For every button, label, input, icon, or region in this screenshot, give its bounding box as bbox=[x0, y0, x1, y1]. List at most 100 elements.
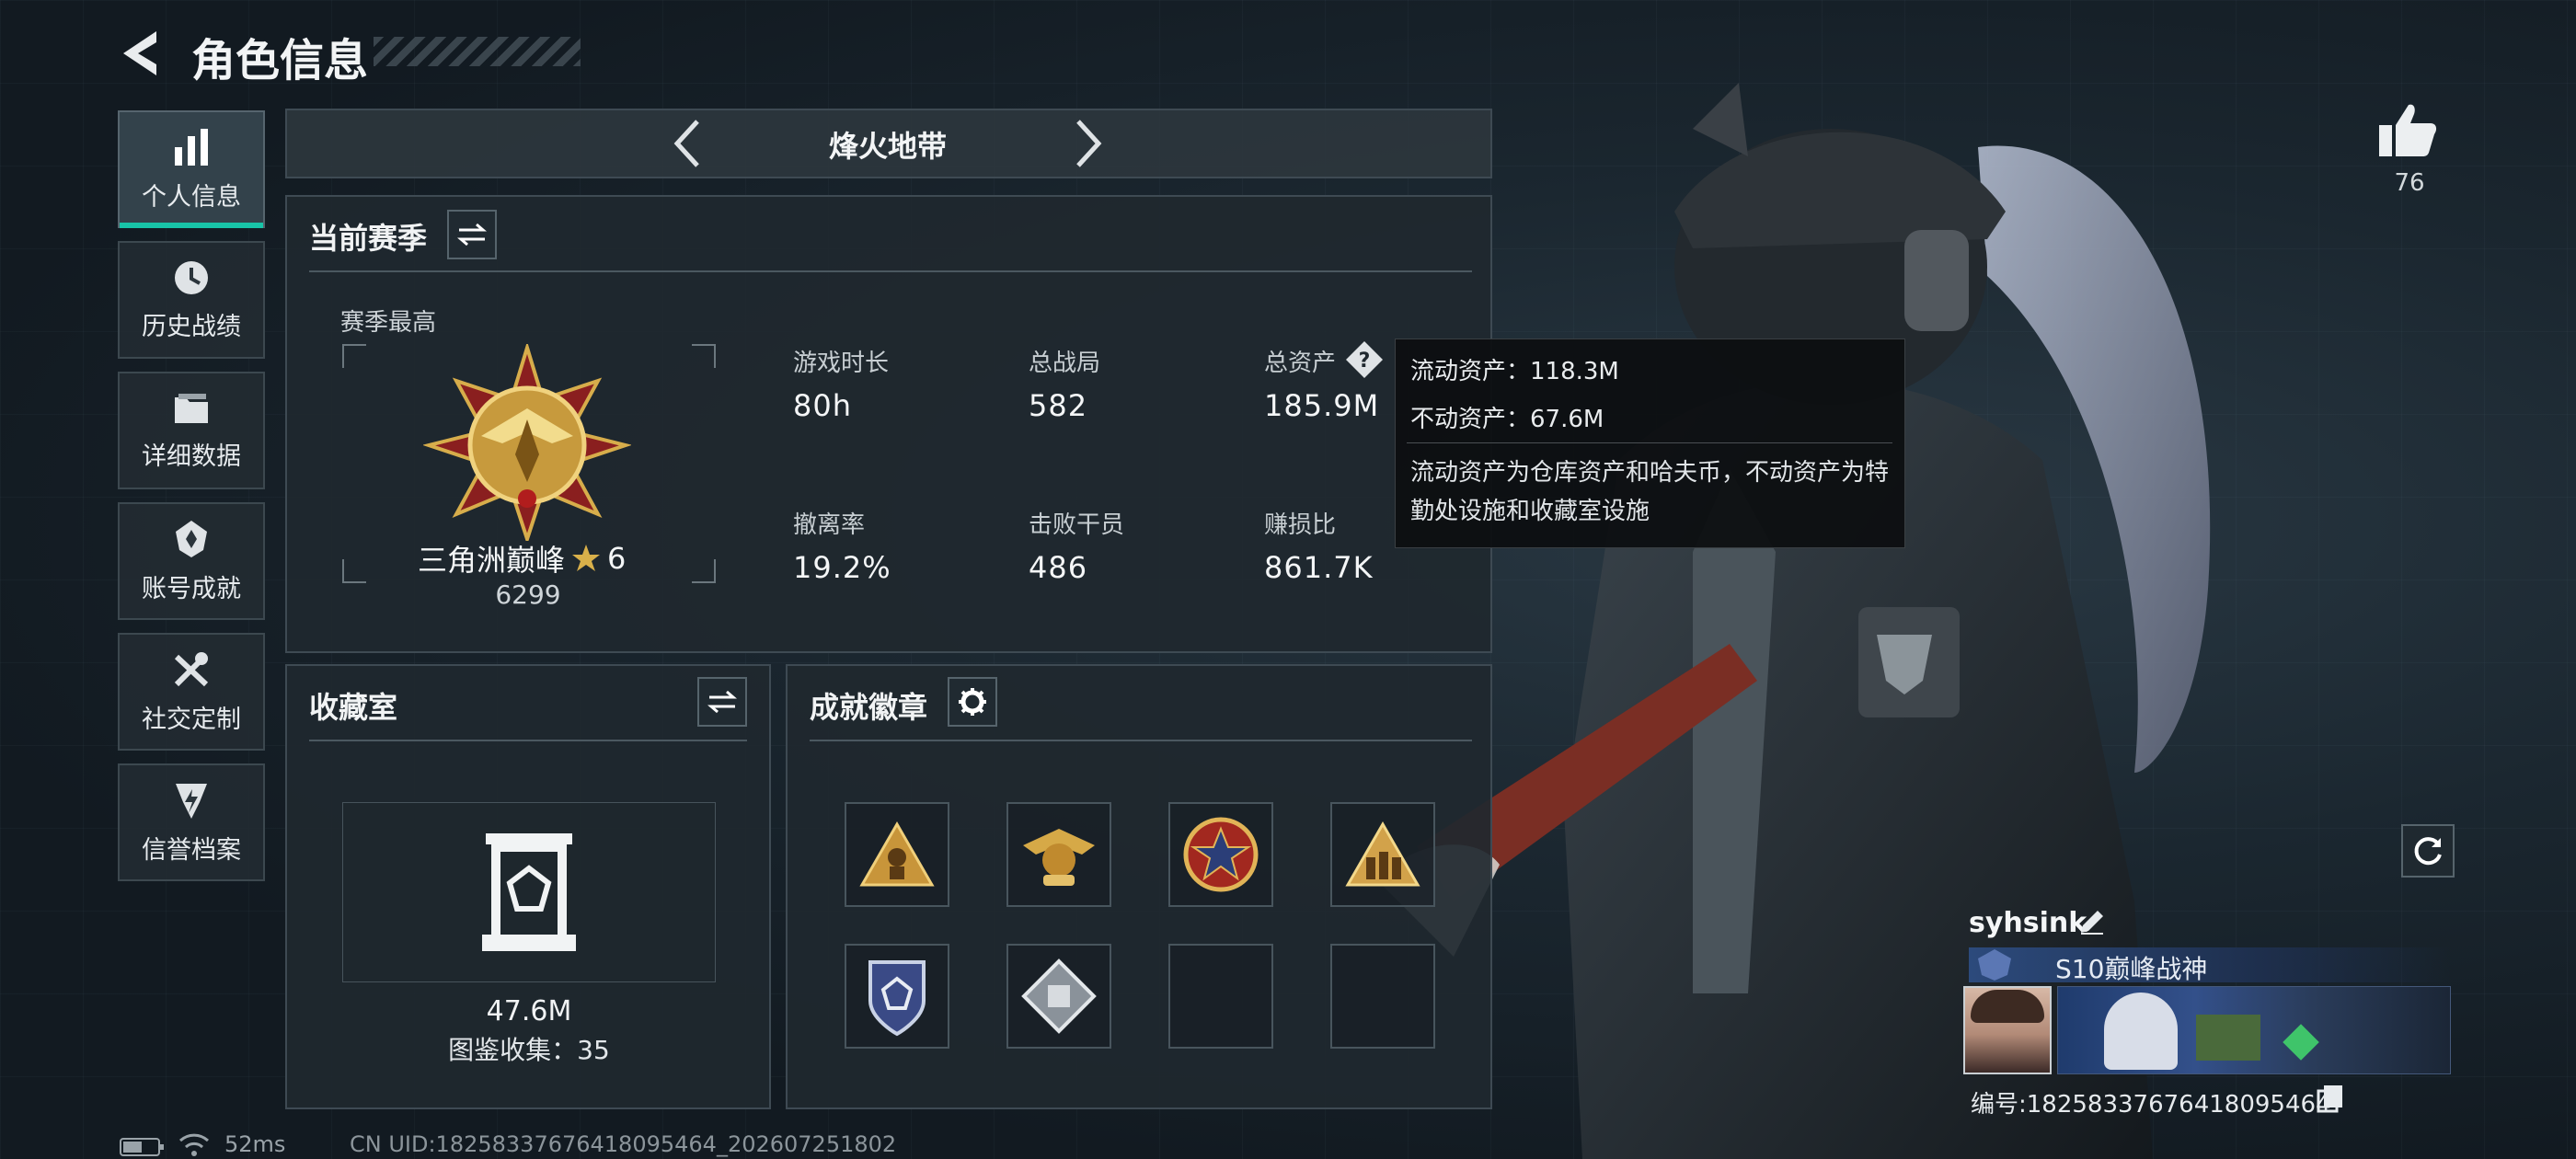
triangle-squad-badge-icon bbox=[1345, 820, 1420, 887]
achievement-icon bbox=[176, 520, 207, 557]
nav-personal-info[interactable]: 个人信息 bbox=[118, 110, 265, 228]
triangle-soldier-badge-icon bbox=[859, 820, 935, 887]
stat-label-extraction-rate: 撤离率 bbox=[793, 511, 866, 539]
history-clock-icon bbox=[175, 260, 208, 294]
rank-emblem-icon bbox=[423, 344, 631, 541]
display-case-icon bbox=[482, 833, 576, 951]
nav-detailed-data[interactable]: 详细数据 bbox=[118, 372, 265, 489]
season-panel-title: 当前赛季 bbox=[309, 221, 428, 256]
nav-history[interactable]: 历史战绩 bbox=[118, 241, 265, 359]
tools-icon bbox=[174, 651, 209, 686]
mode-label: 烽火地带 bbox=[828, 129, 947, 164]
nav-label: 信誉档案 bbox=[142, 835, 241, 865]
assets-tooltip: 流动资产：118.3M 不动资产：67.6M 流动资产为仓库资产和哈夫币，不动资… bbox=[1395, 339, 1905, 548]
uid-text: CN UID:18258337676418095464_202607251802 bbox=[350, 1131, 897, 1157]
nav-label: 个人信息 bbox=[142, 182, 241, 212]
copy-icon bbox=[2317, 1085, 2342, 1113]
rank-points: 6299 bbox=[495, 580, 561, 610]
like-count: 76 bbox=[2394, 169, 2425, 197]
stat-value-total-assets: 185.9M bbox=[1264, 388, 1380, 423]
badges-settings-button[interactable] bbox=[948, 677, 997, 727]
collection-count: 图鉴收集：35 bbox=[448, 1035, 610, 1065]
avatar-hair bbox=[1971, 990, 2044, 1023]
bar-chart-icon bbox=[175, 128, 208, 166]
shield-emblem-badge-icon bbox=[868, 960, 926, 1037]
season-best-label: 赛季最高 bbox=[340, 309, 437, 337]
mode-prev-button[interactable] bbox=[668, 116, 708, 171]
page-title: 角色信息 bbox=[191, 35, 369, 86]
badge-slot[interactable] bbox=[1006, 802, 1111, 907]
badge-slot-empty[interactable] bbox=[1330, 944, 1435, 1049]
rank-name: 三角洲巅峰 6 bbox=[418, 537, 626, 580]
badge-slot[interactable] bbox=[1330, 802, 1435, 907]
rank-frame-corner bbox=[342, 559, 366, 583]
stat-value-playtime: 80h bbox=[793, 388, 852, 423]
thumbs-up-icon bbox=[2379, 104, 2437, 156]
nav-label: 账号成就 bbox=[142, 574, 241, 603]
nav-label: 社交定制 bbox=[142, 705, 241, 734]
rank-frame-corner bbox=[692, 559, 716, 583]
nav-label: 历史战绩 bbox=[142, 312, 241, 341]
nav-credit-record[interactable]: 信誉档案 bbox=[118, 763, 265, 881]
rank-stars: 6 bbox=[607, 541, 627, 576]
stat-label-total-matches: 总战局 bbox=[1029, 350, 1101, 377]
star-medal-badge-icon bbox=[1183, 817, 1259, 892]
badge-slot[interactable] bbox=[845, 802, 949, 907]
badges-title: 成就徽章 bbox=[810, 690, 928, 725]
collection-value: 47.6M bbox=[486, 995, 572, 1027]
avatar[interactable] bbox=[1963, 986, 2052, 1074]
banner-gem bbox=[2283, 1024, 2319, 1061]
diamond-crate-badge-icon bbox=[1021, 958, 1097, 1034]
tooltip-fixed-assets: 不动资产：67.6M bbox=[1410, 406, 1604, 433]
badge-slot[interactable] bbox=[1006, 944, 1111, 1049]
gear-icon bbox=[959, 688, 986, 716]
stat-value-total-matches: 582 bbox=[1029, 388, 1088, 423]
stat-value-operators-defeated: 486 bbox=[1029, 550, 1088, 585]
collection-title: 收藏室 bbox=[309, 690, 398, 725]
chevron-right-icon bbox=[1076, 120, 1102, 167]
folder-icon bbox=[175, 393, 208, 423]
swap-arrows-icon bbox=[457, 223, 487, 247]
nav-label: 详细数据 bbox=[142, 442, 241, 471]
badge-slot[interactable] bbox=[845, 944, 949, 1049]
back-button[interactable] bbox=[118, 28, 164, 79]
edit-name-button[interactable] bbox=[2077, 907, 2107, 936]
wifi-icon bbox=[178, 1133, 210, 1156]
tooltip-liquid-assets: 流动资产：118.3M bbox=[1410, 358, 1619, 385]
mode-next-button[interactable] bbox=[1067, 116, 1108, 171]
stat-label-operators-defeated: 击败干员 bbox=[1029, 511, 1125, 539]
back-arrow-icon bbox=[123, 31, 156, 75]
stat-value-profit-ratio: 861.7K bbox=[1264, 550, 1374, 585]
swap-arrows-icon bbox=[707, 690, 737, 714]
badge-slot[interactable] bbox=[1168, 802, 1273, 907]
title-stripe-decoration bbox=[374, 37, 581, 66]
golden-eagle-badge-icon bbox=[1023, 829, 1095, 886]
battery-icon bbox=[120, 1138, 164, 1156]
nav-social-custom[interactable]: 社交定制 bbox=[118, 633, 265, 751]
tooltip-note: 流动资产为仓库资产和哈夫币，不动资产为特勤处设施和收藏室设施 bbox=[1410, 459, 1890, 525]
badge-slot-empty[interactable] bbox=[1168, 944, 1273, 1049]
copy-id-button[interactable] bbox=[2317, 1084, 2344, 1113]
title-badge-icon bbox=[1978, 949, 2011, 981]
season-divider bbox=[309, 270, 1472, 272]
assets-help-button[interactable]: ? bbox=[1345, 340, 1384, 379]
refresh-button[interactable] bbox=[2401, 824, 2455, 878]
rank-frame-corner bbox=[692, 344, 716, 368]
title-badge-text: S10巅峰战神 bbox=[2055, 954, 2208, 984]
active-indicator bbox=[120, 223, 263, 228]
collection-switch-button[interactable] bbox=[697, 677, 747, 727]
season-switch-button[interactable] bbox=[447, 210, 497, 259]
player-id: 编号:18258337676418095464 bbox=[1971, 1091, 2331, 1119]
refresh-icon bbox=[2414, 837, 2442, 866]
tooltip-divider bbox=[1407, 442, 1892, 443]
title-badge-bar[interactable] bbox=[1969, 947, 2451, 982]
stat-label-profit-ratio: 赚损比 bbox=[1264, 511, 1337, 539]
collection-divider bbox=[309, 740, 747, 741]
profile-banner[interactable] bbox=[2057, 986, 2451, 1074]
player-name: syhsink bbox=[1969, 907, 2087, 939]
nav-achievements[interactable]: 账号成就 bbox=[118, 502, 265, 620]
credit-shield-icon bbox=[176, 783, 207, 819]
banner-crate bbox=[2196, 1015, 2260, 1061]
like-button[interactable] bbox=[2377, 101, 2442, 162]
stat-label-total-assets: 总资产 bbox=[1264, 350, 1337, 377]
